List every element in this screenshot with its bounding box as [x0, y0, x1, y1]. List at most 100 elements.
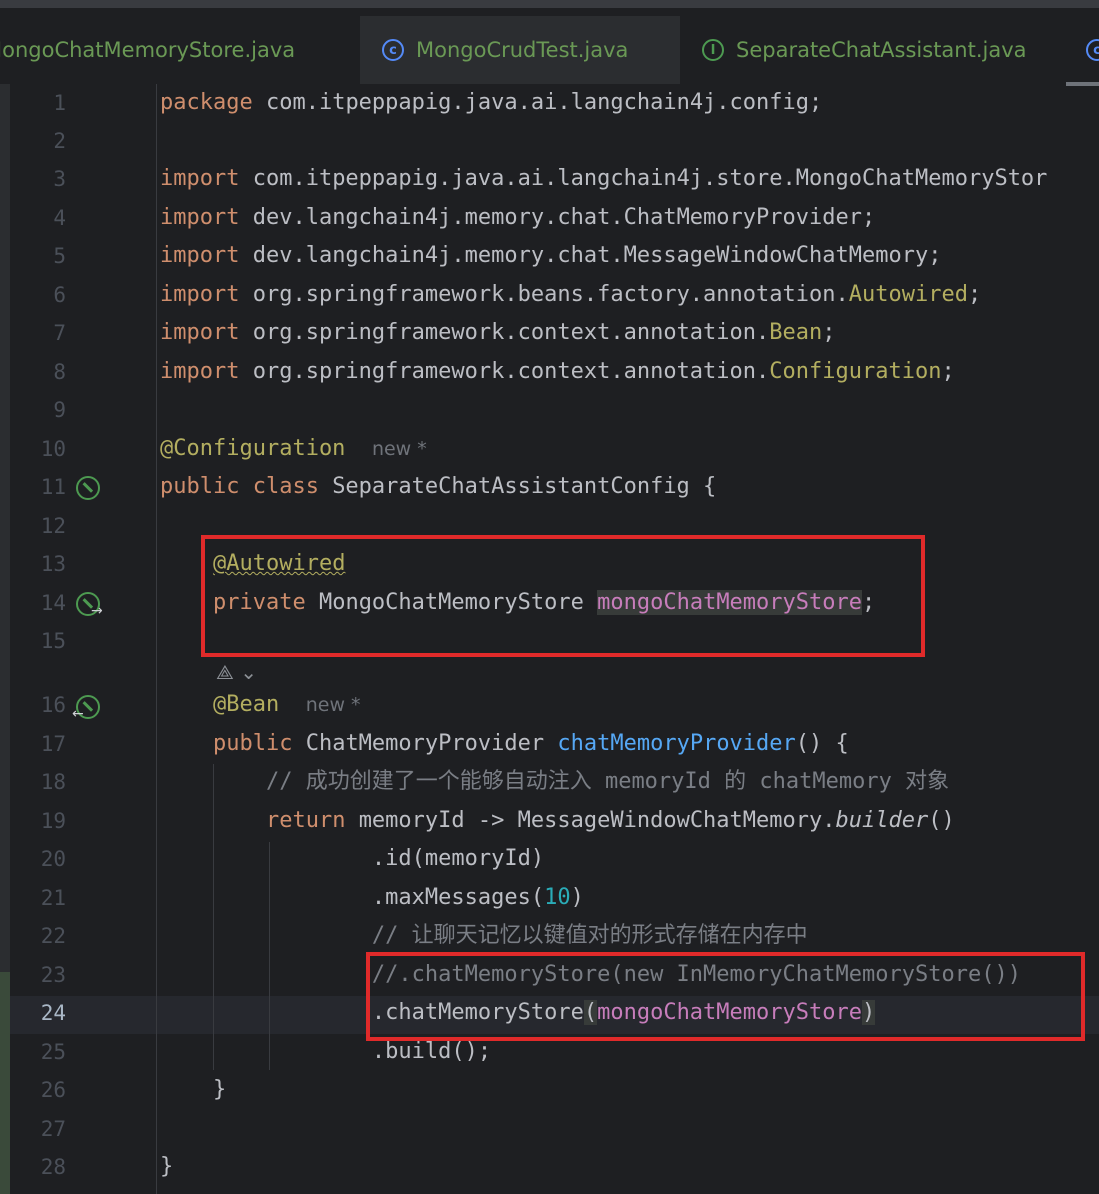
code-token: SeparateChatAssistantConfig { [332, 474, 717, 499]
line-number: 9 [53, 398, 66, 422]
line-number: 17 [40, 732, 66, 756]
code-token: com.itpeppapig.java.ai.langchain4j.store… [252, 166, 1048, 191]
code-token: import [160, 282, 253, 307]
code-token: import [160, 359, 253, 384]
code-line[interactable]: public class SeparateChatAssistantConfig… [160, 468, 716, 506]
code-token: ; [822, 320, 836, 345]
tab-label: SeparateChatAssistant.java [736, 38, 1027, 62]
code-token: chatMemoryProvider [557, 731, 796, 756]
line-number: 23 [40, 963, 66, 987]
highlight-box-autowired-field [201, 535, 925, 657]
code-token: org.springframework.context.annotation. [252, 359, 770, 384]
code-token: com.itpeppapig.java.ai.langchain4j.confi… [265, 90, 823, 115]
code-token: Bean [769, 320, 823, 345]
line-number: 14 [40, 591, 66, 615]
code-token: .id(memoryId) [371, 846, 545, 871]
code-token: @Bean [212, 692, 280, 717]
code-token: Configuration [769, 359, 942, 384]
line-number: 5 [53, 244, 66, 268]
line-number: 27 [40, 1117, 66, 1141]
line-number: 22 [40, 924, 66, 948]
code-line[interactable]: return memoryId -> MessageWindowChatMemo… [160, 802, 955, 840]
line-number: 8 [53, 360, 66, 384]
ai-assistant-icon[interactable]: ⟁ ⌄ [216, 660, 257, 684]
indent-guide [156, 84, 157, 1194]
code-token: .maxMessages( [371, 885, 545, 910]
line-number: 2 [53, 129, 66, 153]
code-token: ; [967, 282, 982, 307]
line-number: 16 [40, 693, 66, 717]
inlay-hint: new * [371, 438, 427, 460]
tab-overflow[interactable]: c [1086, 16, 1099, 84]
code-line[interactable]: import dev.langchain4j.memory.chat.Messa… [160, 237, 941, 275]
class-icon: c [1086, 39, 1099, 61]
code-token: import [160, 205, 253, 230]
code-line[interactable]: // 让聊天记忆以键值对的形式存储在内存中 [160, 917, 808, 955]
code-token: ChatMemoryProvider [305, 731, 558, 756]
line-number: 18 [40, 770, 66, 794]
code-line[interactable]: import org.springframework.context.annot… [160, 314, 836, 352]
code-line[interactable]: .maxMessages(10) [160, 879, 584, 917]
editor-tab-bar: MongoChatMemoryStore.java c MongoCrudTes… [0, 0, 1099, 86]
code-line[interactable]: @Configuration new * [160, 430, 427, 468]
line-number: 7 [53, 321, 66, 345]
code-token: memoryId -> MessageWindowChatMemory. [358, 808, 836, 833]
code-line[interactable]: } [160, 1071, 226, 1109]
code-line[interactable]: .id(memoryId) [160, 840, 544, 878]
code-token: // 让聊天记忆以键值对的形式存储在内存中 [371, 923, 808, 948]
tab-mongo-crud-test[interactable]: c MongoCrudTest.java [360, 16, 680, 84]
code-line[interactable]: import org.springframework.beans.factory… [160, 276, 981, 314]
inlay-hint: new * [305, 694, 361, 716]
tab-label: MongoCrudTest.java [416, 38, 629, 62]
code-line[interactable]: import dev.langchain4j.memory.chat.ChatM… [160, 199, 875, 237]
code-token: return [265, 808, 359, 833]
code-token: import [160, 166, 253, 191]
line-number: 1 [53, 91, 66, 115]
navigate-to-bean-icon[interactable]: → [76, 592, 103, 618]
code-token: public [212, 731, 306, 756]
tab-mongo-chat-memory-store[interactable]: MongoChatMemoryStore.java [0, 16, 295, 84]
code-token: org.springframework.beans.factory.annota… [252, 282, 849, 307]
code-token: dev.langchain4j.memory.chat.MessageWindo… [252, 243, 942, 268]
code-token: import [160, 243, 253, 268]
code-line[interactable]: import com.itpeppapig.java.ai.langchain4… [160, 160, 1047, 198]
tab-separate-chat-assistant[interactable]: I SeparateChatAssistant.java [702, 16, 1027, 84]
bean-provider-icon[interactable]: ← [72, 695, 100, 721]
code-token: @Configuration [160, 436, 346, 461]
test-class-icon: c [382, 39, 404, 61]
tab-label: MongoChatMemoryStore.java [0, 38, 296, 62]
code-token: .build(); [371, 1039, 492, 1064]
line-number: 24 [40, 1001, 66, 1025]
line-number: 13 [40, 552, 66, 576]
code-token: 10 [544, 885, 571, 910]
line-number: 10 [40, 437, 66, 461]
code-token: builder [835, 808, 929, 833]
line-number: 21 [40, 886, 66, 910]
code-token: } [160, 1154, 174, 1179]
code-line[interactable]: import org.springframework.context.annot… [160, 353, 955, 391]
interface-icon: I [702, 39, 724, 61]
tab-scroll-indicator [1066, 82, 1099, 86]
code-token: () [928, 808, 955, 833]
line-number: 28 [40, 1155, 66, 1179]
code-token: // 成功创建了一个能够自动注入 memoryId 的 chatMemory 对… [265, 769, 950, 794]
code-line[interactable]: public ChatMemoryProvider chatMemoryProv… [160, 725, 849, 763]
indent-guide [269, 842, 270, 1070]
line-number: 19 [40, 809, 66, 833]
code-line[interactable]: } [160, 1148, 173, 1186]
bean-config-icon[interactable] [76, 476, 100, 500]
line-number: 20 [40, 847, 66, 871]
code-token: ; [941, 359, 955, 384]
code-line[interactable]: // 成功创建了一个能够自动注入 memoryId 的 chatMemory 对… [160, 763, 949, 801]
code-line[interactable]: @Bean new * [160, 686, 361, 724]
line-number: 4 [53, 206, 66, 230]
code-token: dev.langchain4j.memory.chat.ChatMemoryPr… [252, 205, 876, 230]
code-line[interactable]: package com.itpeppapig.java.ai.langchain… [160, 84, 822, 122]
